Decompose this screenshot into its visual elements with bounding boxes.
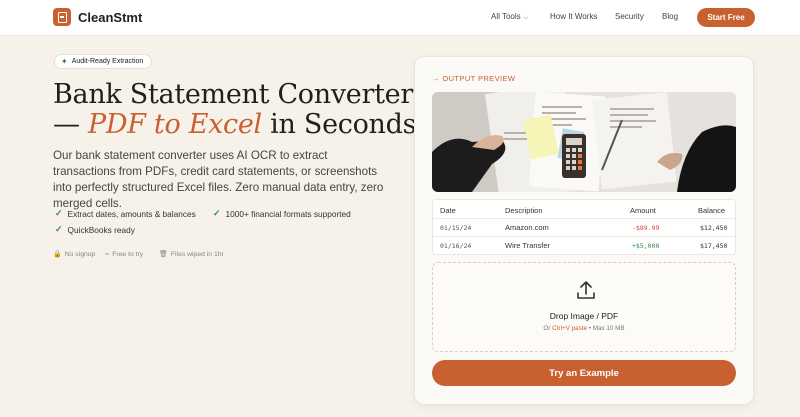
start-free-button[interactable]: Start Free [697, 8, 755, 27]
feature-item: ✓ 1000+ financial formats supported [213, 208, 351, 219]
cell-balance: $12,450 [700, 224, 728, 232]
badge-label: Audit-Ready Extraction [71, 58, 144, 65]
statements-photo-illustration [432, 92, 736, 192]
feature-item: ✓ QuickBooks ready [55, 224, 135, 235]
brand-name: CleanStmt [78, 9, 143, 25]
check-icon: ✓ [55, 224, 63, 234]
files-wiped-note: 🗑 Files wiped in 1hr [159, 250, 224, 259]
trash-icon: 🗑 [159, 251, 168, 258]
mini-label: Free to try [112, 250, 144, 258]
upload-icon [577, 281, 595, 299]
feature-label: QuickBooks ready [67, 224, 135, 235]
hint-suffix: • Max 10 MB [587, 325, 625, 332]
tag-icon: ⌁ [105, 251, 110, 258]
nav-how-it-works[interactable]: How It Works [550, 12, 597, 21]
column-header-date: Date [440, 206, 456, 215]
feature-label: 1000+ financial formats supported [225, 208, 351, 219]
free-to-try-note: ⌁ Free to try [105, 250, 144, 259]
cell-amount: +$5,000 [632, 242, 660, 250]
chevron-down-icon: ⌵ [523, 15, 529, 21]
column-header-description: Description [505, 206, 543, 215]
title-dash: — [53, 109, 88, 140]
nav-all-tools-label: All Tools [491, 12, 521, 21]
hint-prefix: Or [543, 325, 553, 332]
title-line-1: Bank Statement Converter [53, 79, 413, 110]
column-header-amount: Amount [630, 206, 656, 215]
feature-label: Extract dates, amounts & balances [67, 208, 196, 219]
check-icon: ✓ [213, 208, 221, 218]
try-example-button[interactable]: Try an Example [432, 360, 736, 386]
paste-shortcut: Ctrl+V paste [552, 325, 587, 332]
feature-item: ✓ Extract dates, amounts & balances [55, 208, 196, 219]
lock-icon: 🔒 [53, 251, 62, 258]
cell-description: Amazon.com [505, 223, 549, 232]
document-icon [53, 8, 71, 26]
top-nav: CleanStmt All Tools ⌵ How It Works Securi… [0, 0, 800, 36]
check-icon: ✓ [55, 208, 63, 218]
output-preview-table: Date Description Amount Balance 01/15/24… [432, 199, 736, 255]
preview-image [432, 92, 736, 192]
title-accent: PDF to Excel [87, 109, 262, 140]
cell-date: 01/16/24 [440, 242, 472, 250]
nav-blog[interactable]: Blog [662, 12, 678, 21]
mini-label: Files wiped in 1hr [170, 250, 224, 258]
hero-description: Our bank statement converter uses AI OCR… [53, 149, 384, 210]
title-line-2: — PDF to Excel in Seconds [53, 110, 416, 140]
column-header-balance: Balance [698, 206, 726, 215]
output-preview-label: → OUTPUT PREVIEW [432, 74, 516, 83]
no-signup-note: 🔒 No signup [53, 250, 96, 259]
cell-date: 01/15/24 [440, 224, 472, 232]
audit-ready-badge: ✦ Audit-Ready Extraction [54, 54, 153, 69]
mini-label: No signup [64, 250, 96, 258]
dropzone-title: Drop Image / PDF [549, 311, 619, 321]
dropzone-hint: Or Ctrl+V paste • Max 10 MB [433, 325, 735, 332]
nav-all-tools[interactable]: All Tools ⌵ [491, 12, 528, 22]
cell-amount: -$89.99 [632, 224, 660, 232]
nav-security[interactable]: Security [615, 12, 644, 21]
page-title: Bank Statement Converter — PDF to Excel … [53, 80, 416, 140]
cell-description: Wire Transfer [505, 241, 551, 250]
sparkle-icon: ✦ [61, 57, 68, 66]
upload-dropzone[interactable]: Drop Image / PDF Or Ctrl+V paste • Max 1… [432, 262, 736, 352]
title-end: in Seconds [261, 109, 417, 140]
brand-logo[interactable]: CleanStmt [53, 8, 142, 26]
cell-balance: $17,450 [700, 242, 728, 250]
